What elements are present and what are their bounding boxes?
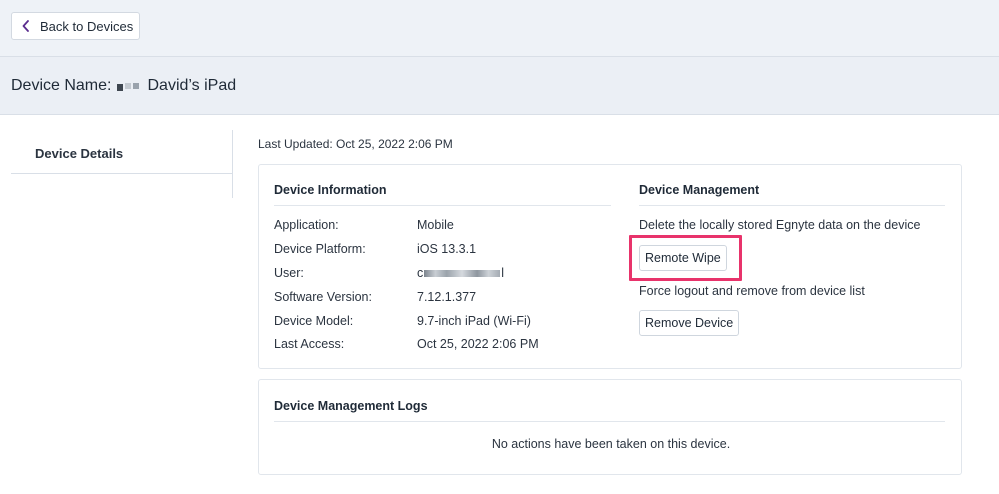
page-title: Device Name: David’s iPad <box>0 57 999 115</box>
logs-empty-message: No actions have been taken on this devic… <box>491 437 731 451</box>
tab-device-details[interactable]: Device Details <box>11 130 232 174</box>
info-row-application: Application: Mobile <box>274 218 454 232</box>
back-to-devices-button[interactable]: Back to Devices <box>11 12 140 40</box>
device-information-title: Device Information <box>274 183 387 197</box>
top-bar: Back to Devices <box>0 0 999 57</box>
back-button-label: Back to Devices <box>40 18 134 34</box>
remote-wipe-button[interactable]: Remote Wipe <box>639 245 727 271</box>
device-name-value: David’s iPad <box>147 76 237 94</box>
divider <box>639 205 945 206</box>
redacted-user-value: c l <box>417 266 505 280</box>
device-logs-card: Device Management Logs No actions have b… <box>258 379 962 475</box>
tab-device-details-label: Device Details <box>35 146 124 161</box>
redacted-name-block <box>117 80 141 91</box>
info-row-user: User: c l <box>274 266 505 280</box>
info-row-software-version: Software Version: 7.12.1.377 <box>274 290 477 304</box>
wipe-description: Delete the locally stored Egnyte data on… <box>639 218 921 232</box>
sidebar: Device Details <box>11 130 233 198</box>
info-row-device-model: Device Model: 9.7-inch iPad (Wi-Fi) <box>274 314 531 328</box>
device-info-card: Device Information Application: Mobile D… <box>258 164 962 369</box>
device-name-label: Device Name: <box>11 76 112 94</box>
logs-title: Device Management Logs <box>274 399 428 413</box>
device-management-title: Device Management <box>639 183 760 197</box>
info-row-last-access: Last Access: Oct 25, 2022 2:06 PM <box>274 337 539 351</box>
last-updated-text: Last Updated: Oct 25, 2022 2:06 PM <box>258 137 453 151</box>
chevron-left-icon <box>22 20 29 32</box>
divider <box>274 205 611 206</box>
remove-device-button[interactable]: Remove Device <box>639 310 740 336</box>
remove-description: Force logout and remove from device list <box>639 284 865 298</box>
divider <box>274 421 945 422</box>
info-row-platform: Device Platform: iOS 13.3.1 <box>274 242 477 256</box>
